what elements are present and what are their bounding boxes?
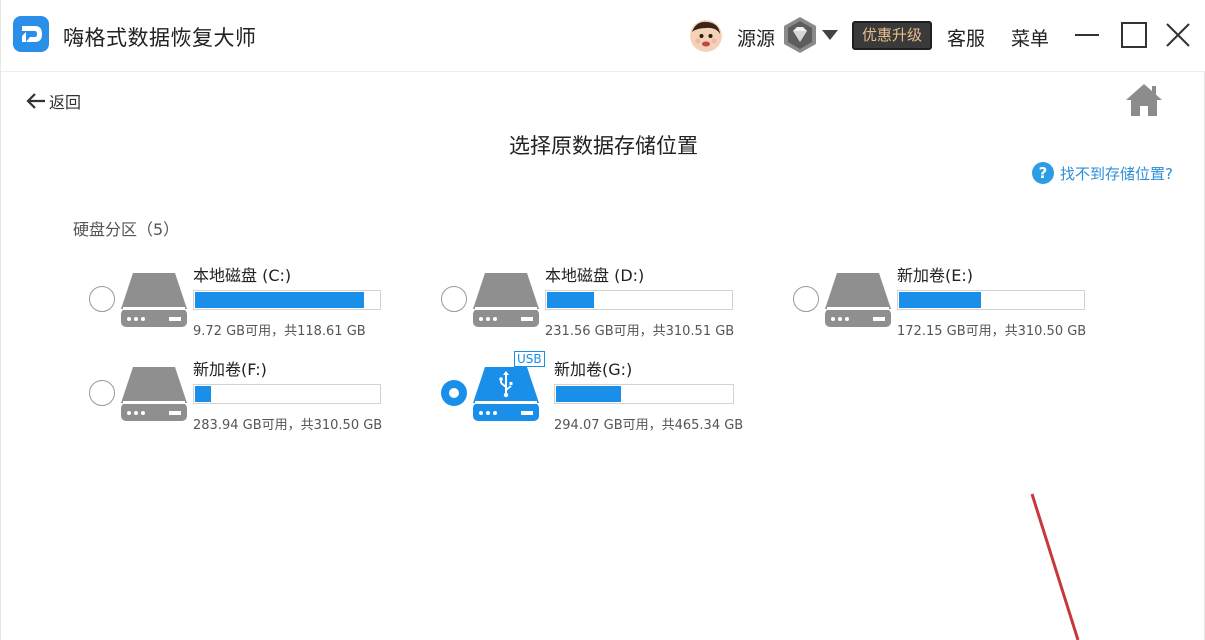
drive-item[interactable]: 新加卷(F:) 283.94 GB可用，共310.50 GB: [89, 356, 429, 436]
drive-item[interactable]: 本地磁盘 (D:) 231.56 GB可用，共310.51 GB: [441, 262, 781, 342]
help-label: 找不到存储位置?: [1060, 164, 1173, 183]
drive-usage-fill: [195, 386, 211, 402]
help-link[interactable]: ? 找不到存储位置?: [1032, 161, 1173, 185]
diamond-badge-icon: [784, 17, 816, 53]
minimize-icon[interactable]: [1072, 20, 1102, 50]
drive-space-info: 294.07 GB可用，共465.34 GB: [554, 418, 744, 433]
usb-drive-icon: [473, 367, 539, 421]
app-window: 嗨格式数据恢复大师 源源 优惠升级 客服 菜单 返回 选择原数据存储位置 ? 找…: [0, 0, 1205, 640]
drive-space-info: 9.72 GB可用，共118.61 GB: [193, 324, 366, 339]
home-icon[interactable]: [1124, 80, 1164, 120]
drive-usage-fill: [547, 292, 594, 308]
back-label: 返回: [49, 93, 82, 112]
drive-usage-fill: [899, 292, 981, 308]
app-title: 嗨格式数据恢复大师: [63, 26, 257, 50]
caret-down-icon[interactable]: [821, 28, 839, 42]
drive-item[interactable]: 新加卷(E:) 172.15 GB可用，共310.50 GB: [793, 262, 1133, 342]
avatar-image: [690, 20, 722, 52]
drive-item-selected[interactable]: USB 新加卷(G:) 294.07 GB可用，共465.34 GB: [441, 351, 781, 436]
drive-name: 本地磁盘 (D:): [545, 266, 645, 285]
username[interactable]: 源源: [737, 24, 775, 51]
menu-button[interactable]: 菜单: [1011, 24, 1049, 51]
drive-usage-bar: [193, 384, 381, 404]
drive-usage-fill: [195, 292, 364, 308]
annotation-arrow-line: [1030, 493, 1080, 640]
app-logo-icon: [13, 16, 49, 52]
drive-radio[interactable]: [89, 380, 115, 406]
maximize-icon[interactable]: [1119, 20, 1149, 50]
drive-space-info: 231.56 GB可用，共310.51 GB: [545, 324, 735, 339]
drive-item[interactable]: 本地磁盘 (C:) 9.72 GB可用，共118.61 GB: [89, 262, 429, 342]
section-label: 硬盘分区（5）: [73, 220, 180, 239]
drive-radio[interactable]: [441, 380, 467, 406]
arrow-left-icon: [26, 93, 45, 109]
drive-space-info: 283.94 GB可用，共310.50 GB: [193, 418, 383, 433]
drive-usage-bar: [554, 384, 734, 404]
drive-usage-bar: [897, 290, 1085, 310]
support-button[interactable]: 客服: [947, 24, 985, 51]
drive-radio[interactable]: [89, 286, 115, 312]
drive-space-info: 172.15 GB可用，共310.50 GB: [897, 324, 1087, 339]
upgrade-button[interactable]: 优惠升级: [852, 21, 932, 50]
back-button[interactable]: 返回: [25, 88, 81, 114]
close-icon[interactable]: [1163, 20, 1193, 50]
hard-drive-icon: [121, 367, 187, 421]
drive-usage-bar: [545, 290, 733, 310]
usb-tag: USB: [514, 351, 545, 367]
title-bar: 嗨格式数据恢复大师 源源 优惠升级 客服 菜单: [1, 0, 1205, 72]
user-avatar[interactable]: [690, 20, 722, 52]
page-title: 选择原数据存储位置: [509, 134, 698, 158]
hard-drive-icon: [121, 273, 187, 327]
drive-name: 新加卷(E:): [897, 266, 973, 285]
drive-radio[interactable]: [793, 286, 819, 312]
question-circle-icon: ?: [1032, 162, 1054, 184]
drive-name: 本地磁盘 (C:): [193, 266, 292, 285]
drive-usage-fill: [556, 386, 621, 402]
drive-name: 新加卷(F:): [193, 360, 267, 379]
hard-drive-icon: [473, 273, 539, 327]
drive-usage-bar: [193, 290, 381, 310]
drive-name: 新加卷(G:): [554, 360, 633, 379]
hard-drive-icon: [825, 273, 891, 327]
drive-radio[interactable]: [441, 286, 467, 312]
